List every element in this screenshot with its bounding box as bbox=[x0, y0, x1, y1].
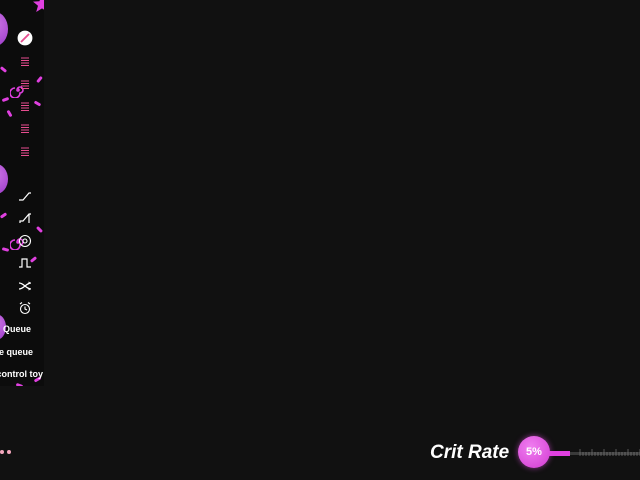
alarm-clock-icon bbox=[19, 302, 31, 315]
spiral-pattern-button[interactable] bbox=[16, 232, 34, 250]
decoration-blob bbox=[0, 12, 8, 46]
crit-rate-slider-ticks bbox=[579, 449, 640, 456]
shuffle-icon bbox=[18, 281, 32, 291]
pagination-dots bbox=[0, 441, 14, 459]
pagination-dot[interactable] bbox=[0, 450, 4, 454]
crit-rate-label: Crit Rate bbox=[430, 442, 510, 463]
shuffle-button[interactable] bbox=[16, 277, 34, 295]
list-button[interactable] bbox=[16, 53, 34, 71]
star-icon bbox=[33, 0, 44, 12]
queue-menu-item[interactable]: Queue bbox=[3, 324, 31, 334]
decoration-petal bbox=[1, 96, 10, 103]
crit-rate-slider-knob[interactable]: 5% bbox=[518, 436, 550, 468]
save-queue-menu-item[interactable]: e queue bbox=[0, 347, 33, 357]
decoration-petal bbox=[0, 66, 8, 73]
list-icon bbox=[21, 124, 29, 133]
step-up-icon bbox=[19, 213, 31, 223]
list-button[interactable] bbox=[16, 98, 34, 116]
list-button[interactable] bbox=[16, 143, 34, 161]
decoration-blob bbox=[0, 164, 8, 194]
sidebar: Queue e queue control toy bbox=[0, 0, 44, 386]
crit-rate-slider-track[interactable] bbox=[540, 446, 640, 460]
control-toy-menu-item[interactable]: control toy bbox=[0, 369, 43, 379]
square-wave-button[interactable] bbox=[16, 254, 34, 272]
crit-rate-value: 5% bbox=[526, 446, 542, 458]
crit-rate-control: Crit Rate 5% bbox=[430, 434, 640, 470]
list-button[interactable] bbox=[16, 76, 34, 94]
spiral-icon bbox=[18, 234, 32, 248]
decoration-petal bbox=[6, 109, 13, 118]
decoration-petal bbox=[1, 247, 10, 252]
pagination-dot[interactable] bbox=[7, 450, 11, 454]
list-icon bbox=[21, 57, 29, 66]
step-pattern-button[interactable] bbox=[16, 209, 34, 227]
square-wave-icon bbox=[19, 258, 31, 268]
decoration-petal bbox=[15, 382, 24, 386]
ramp-up-icon bbox=[19, 192, 31, 201]
cancel-icon bbox=[17, 30, 33, 46]
cancel-button[interactable] bbox=[16, 29, 34, 47]
list-icon bbox=[21, 147, 29, 156]
decoration-petal bbox=[36, 75, 43, 84]
decoration-petal bbox=[33, 100, 42, 107]
timer-button[interactable] bbox=[16, 299, 34, 317]
list-icon bbox=[21, 102, 29, 111]
ramp-pattern-button[interactable] bbox=[16, 187, 34, 205]
list-button[interactable] bbox=[16, 120, 34, 138]
decoration-petal bbox=[0, 212, 8, 219]
decoration-petal bbox=[35, 225, 44, 234]
list-icon bbox=[21, 80, 29, 89]
